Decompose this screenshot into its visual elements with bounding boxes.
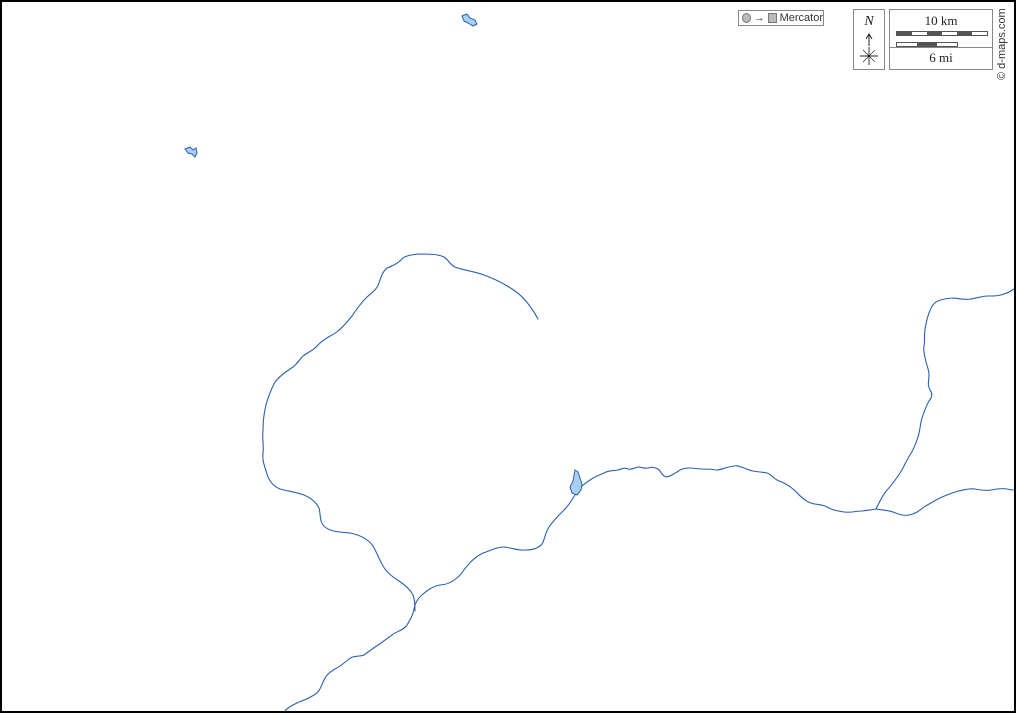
map-credit: © d-maps.com xyxy=(996,8,1008,80)
projection-arrow-icon: → xyxy=(753,11,765,24)
compass-rose-icon xyxy=(860,47,878,65)
north-arrow-icon xyxy=(860,33,878,65)
river-east-north xyxy=(875,288,1015,510)
river-east-south xyxy=(875,488,1015,516)
river-main-southwest xyxy=(284,494,576,712)
scale-mi-label: 6 mi xyxy=(929,50,953,65)
scale-bar-km xyxy=(896,31,988,36)
projection-circle-icon xyxy=(742,13,751,23)
scale-km-label: 10 km xyxy=(924,13,958,28)
scale-divider xyxy=(890,47,992,48)
lake-small-west xyxy=(184,146,198,158)
river-loop xyxy=(262,253,539,612)
projection-indicator: → Mercator xyxy=(738,10,824,26)
river-main-east xyxy=(581,465,877,513)
map-canvas xyxy=(184,13,1015,712)
scale-bar-box: 10 km 6 mi xyxy=(889,9,993,70)
projection-label: Mercator xyxy=(779,12,823,24)
lake-small-north xyxy=(461,13,478,27)
projection-square-icon xyxy=(767,13,777,23)
lake-junction xyxy=(569,469,583,496)
north-indicator: N xyxy=(853,9,885,70)
